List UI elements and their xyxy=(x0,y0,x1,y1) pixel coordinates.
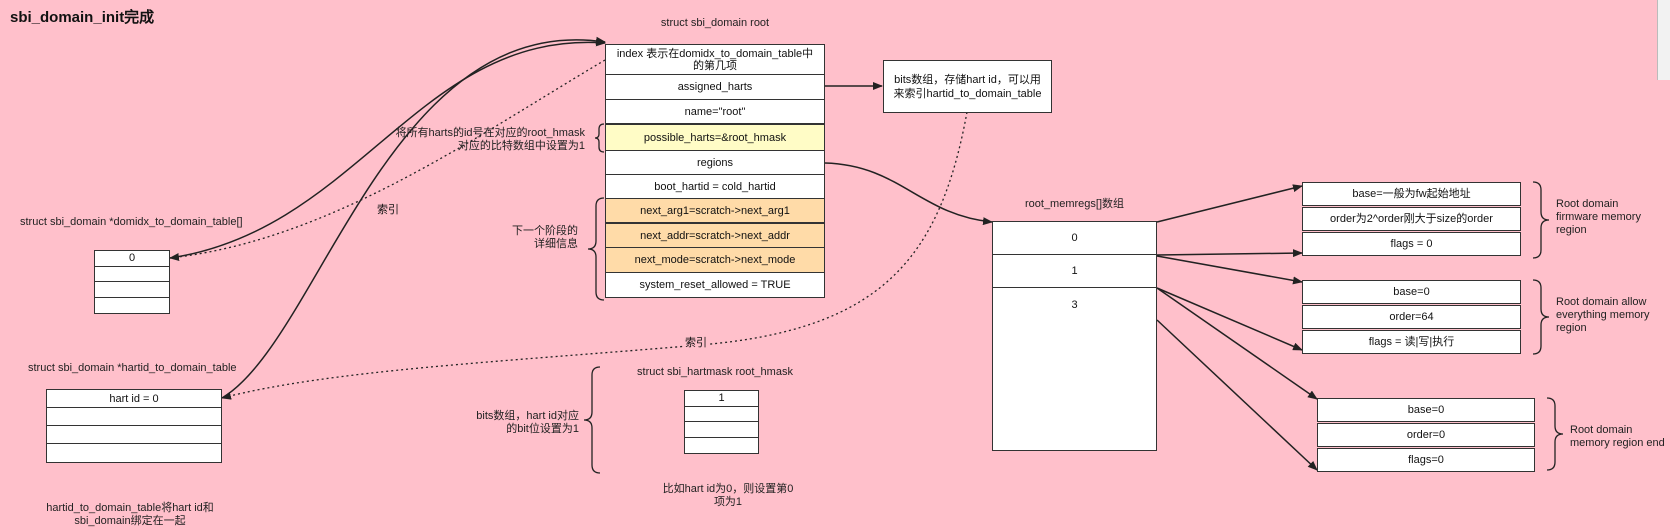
hartmask-row xyxy=(685,407,758,422)
region-1-field: order为2^order刚大于size的order xyxy=(1302,207,1521,231)
region-2-note: Root domain allow xyxy=(1556,296,1647,308)
region-3-field: base=0 xyxy=(1317,398,1535,422)
hartid-table: hart id = 0 xyxy=(46,389,222,463)
region-3-note: memory region end xyxy=(1570,437,1665,449)
bits-array-note: bits数组，存储hart id，可以用来索引hartid_to_domain_… xyxy=(883,60,1052,113)
memregs-table: 0 1 3 xyxy=(992,221,1157,451)
hartmask-title: struct sbi_hartmask root_hmask xyxy=(637,366,793,378)
hartid-note-line2: sbi_domain绑定在一起 xyxy=(74,515,186,527)
next-stage-note-line2: 详细信息 xyxy=(534,238,578,250)
memregs-row: 1 xyxy=(993,255,1156,288)
index-label-domidx: 索引 xyxy=(375,201,401,217)
root-field-boot-hartid: boot_hartid = cold_hartid xyxy=(605,174,825,199)
hartid-row xyxy=(47,426,221,444)
region-2-field: flags = 读|写|执行 xyxy=(1302,330,1521,354)
region-1-note: region xyxy=(1556,224,1587,236)
hartmask-row: 1 xyxy=(685,391,758,407)
root-field-next-addr: next_addr=scratch->next_addr xyxy=(605,223,825,248)
domidx-table-title: struct sbi_domain *domidx_to_domain_tabl… xyxy=(20,216,243,228)
hartmask-row xyxy=(685,422,758,438)
region-1-note: Root domain xyxy=(1556,198,1619,210)
arrow-mem0-region1 xyxy=(1156,184,1303,223)
root-struct-title: struct sbi_domain root xyxy=(660,17,770,29)
region-2-note: region xyxy=(1556,322,1587,334)
brace-region2 xyxy=(1532,279,1550,355)
domidx-row xyxy=(95,298,169,314)
memregs-row: 0 xyxy=(993,222,1156,255)
region-1-field: flags = 0 xyxy=(1302,232,1521,256)
brace-region3 xyxy=(1546,397,1564,471)
hartmask-table: 1 xyxy=(684,390,759,454)
hartid-row xyxy=(47,444,221,462)
hartmask-left-note-line2: 的bit位设置为1 xyxy=(506,423,579,435)
possible-harts-note-line2: 对应的比特数组中设置为1 xyxy=(457,140,585,152)
root-field-regions: regions xyxy=(605,150,825,175)
region-1-note: firmware memory xyxy=(1556,211,1641,223)
hartmask-bottom-note-line2: 项为1 xyxy=(713,496,743,508)
root-field-possible-harts: possible_harts=&root_hmask xyxy=(605,124,825,151)
root-field-assigned-harts: assigned_harts xyxy=(605,74,825,100)
hartid-table-title: struct sbi_domain *hartid_to_domain_tabl… xyxy=(28,362,237,374)
region-2-field: base=0 xyxy=(1302,280,1521,304)
domidx-table: 0 xyxy=(94,250,170,314)
region-3-note: Root domain xyxy=(1570,424,1633,436)
region-2-note: everything memory xyxy=(1556,309,1650,321)
domidx-row xyxy=(95,282,169,298)
domidx-row xyxy=(95,267,169,282)
region-2-field: order=64 xyxy=(1302,305,1521,329)
hartmask-row xyxy=(685,438,758,454)
region-3-field: order=0 xyxy=(1317,423,1535,447)
brace-next-stage xyxy=(587,197,605,301)
brace-possible-harts xyxy=(594,123,605,153)
brace-region1 xyxy=(1532,181,1550,259)
root-field-next-mode: next_mode=scratch->next_mode xyxy=(605,247,825,273)
root-field-next-arg1: next_arg1=scratch->next_arg1 xyxy=(605,198,825,223)
memregs-title: root_memregs[]数组 xyxy=(1024,198,1125,210)
index-label-hartid: 索引 xyxy=(683,334,709,350)
dotted-bits-to-hartid xyxy=(221,111,968,400)
root-field-system-reset: system_reset_allowed = TRUE xyxy=(605,272,825,298)
root-field-index: index 表示在domidx_to_domain_table中的第几项 xyxy=(605,44,825,75)
memregs-row: 3 xyxy=(1071,298,1078,311)
hartid-row xyxy=(47,408,221,426)
domidx-row: 0 xyxy=(95,251,169,267)
region-1-field: base=一般为fw起始地址 xyxy=(1302,182,1521,206)
arrow-mem0-region1-flags xyxy=(1156,249,1303,258)
arrow-regions-to-memregs xyxy=(824,162,993,226)
arrow-mem1-region2 xyxy=(1156,255,1303,285)
brace-hartmask xyxy=(583,366,601,474)
hartid-row: hart id = 0 xyxy=(47,390,221,408)
arrow-mem3-region3-flags xyxy=(1156,319,1318,471)
root-field-name: name="root" xyxy=(605,99,825,124)
region-3-field: flags=0 xyxy=(1317,448,1535,472)
